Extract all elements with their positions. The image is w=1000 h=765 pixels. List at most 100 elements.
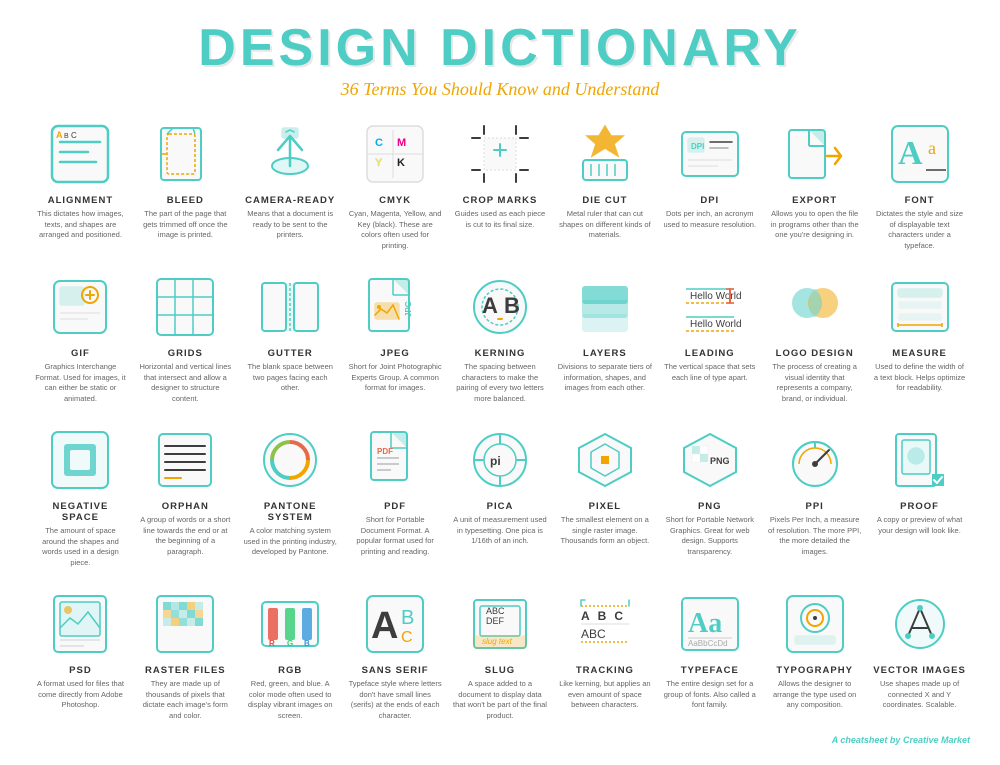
svg-text:slug text: slug text (482, 637, 513, 646)
term-description: Typeface style where letters don't have … (348, 679, 443, 721)
term-item-psd: PSDA format used for files that come dir… (30, 582, 131, 727)
term-name: FONT (905, 195, 935, 206)
term-description: Horizontal and vertical lines that inter… (138, 362, 233, 404)
term-name: PROOF (900, 501, 939, 512)
term-description: A copy or preview of what your design wi… (872, 515, 967, 536)
term-name: LOGO DESIGN (776, 348, 854, 359)
term-item-cmyk: C M Y K CMYKCyan, Magenta, Yellow, and K… (345, 112, 446, 257)
svg-text:Y: Y (375, 157, 383, 169)
svg-text:Hello World: Hello World (690, 319, 742, 330)
term-name: GRIDS (168, 348, 203, 359)
term-item-camera-ready: CAMERA-READYMeans that a document is rea… (240, 112, 341, 257)
term-item-pdf: PDF PDF Short for Portable Document Forma… (345, 418, 446, 574)
term-description: Allows you to open the file in programs … (767, 209, 862, 241)
term-name: JPEG (380, 348, 409, 359)
term-item-logo-design: LOGO DESIGNThe process of creating a vis… (764, 265, 865, 410)
term-item-vector-images: VECTOR IMAGESUse shapes made up of conne… (869, 582, 970, 727)
dpi-icon: DPI (674, 118, 746, 190)
term-name: PICA (487, 501, 514, 512)
term-item-typography: TYPOGRAPHYAllows the designer to arrange… (764, 582, 865, 727)
term-name: CMYK (379, 195, 411, 206)
gutter-icon (254, 271, 326, 343)
svg-text:DPI: DPI (691, 142, 704, 151)
svg-text:K: K (397, 157, 405, 169)
crop-marks-icon (464, 118, 536, 190)
term-item-crop-marks: CROP MARKS Guides used as each piece is c… (450, 112, 551, 257)
svg-text:Aa: Aa (688, 608, 722, 639)
term-description: The amount of space around the shapes an… (33, 526, 128, 568)
term-item-die-cut: DIE CUTMetal ruler that can cut shapes o… (554, 112, 655, 257)
term-name: PANTONE SYSTEM (243, 501, 338, 523)
term-item-pica: pi PICA A unit of measurement used in typ… (450, 418, 551, 574)
term-description: Means that a document is ready to be sen… (243, 209, 338, 241)
term-name: PDF (384, 501, 406, 512)
term-description: Short for Portable Document Format. A po… (348, 515, 443, 557)
term-item-pixel: PIXELThe smallest element on a single ra… (554, 418, 655, 574)
slug-icon: ABC DEF slug text (464, 588, 536, 660)
svg-text:C: C (375, 137, 383, 149)
vector-images-icon (884, 588, 956, 660)
term-description: The blank space between two pages facing… (243, 362, 338, 394)
term-description: Like kerning, but applies an even amount… (557, 679, 652, 711)
term-description: A unit of measurement used in typesettin… (453, 515, 548, 547)
term-item-rgb: R G B RGBRed, green, and blue. A color m… (240, 582, 341, 727)
term-description: Red, green, and blue. A color mode often… (243, 679, 338, 721)
logo-design-icon (779, 271, 851, 343)
term-name: GUTTER (268, 348, 313, 359)
gif-icon (44, 271, 116, 343)
negative-space-icon (44, 424, 116, 496)
term-item-slug: ABC DEF slug text SLUGA space added to a… (450, 582, 551, 727)
tracking-icon: ABC ABC (569, 588, 641, 660)
pdf-icon: PDF (359, 424, 431, 496)
term-name: PNG (698, 501, 722, 512)
term-name: CROP MARKS (463, 195, 538, 206)
svg-text:C: C (401, 629, 413, 646)
svg-text:pi: pi (490, 454, 501, 468)
term-name: KERNING (475, 348, 526, 359)
layers-icon (569, 271, 641, 343)
ppi-icon (779, 424, 851, 496)
term-item-export: EXPORTAllows you to open the file in pro… (764, 112, 865, 257)
svg-text:AaBbCcDd: AaBbCcDd (688, 639, 728, 648)
term-description: The vertical space that sets each line o… (662, 362, 757, 383)
term-description: Dictates the style and size of displayab… (872, 209, 967, 251)
term-description: The entire design set for a group of fon… (662, 679, 757, 711)
term-name: PPI (806, 501, 824, 512)
term-item-proof: PROOF A copy or preview of what your desi… (869, 418, 970, 574)
term-item-typeface: Aa AaBbCcDd TYPEFACEThe entire design se… (659, 582, 760, 727)
svg-text:A: A (371, 605, 398, 647)
term-item-alignment: A B C ALIGNMENTThis dictates how images,… (30, 112, 131, 257)
term-name: LAYERS (583, 348, 627, 359)
term-description: They are made up of thousands of pixels … (138, 679, 233, 721)
header: DESIGN DICTIONARY 36 Terms You Should Kn… (30, 20, 970, 100)
term-name: PIXEL (589, 501, 621, 512)
grids-icon (149, 271, 221, 343)
term-item-layers: LAYERSDivisions to separate tiers of inf… (554, 265, 655, 410)
term-description: Cyan, Magenta, Yellow, and Key (black). … (348, 209, 443, 251)
svg-text:A: A (898, 135, 923, 172)
term-description: The spacing between characters to make t… (453, 362, 548, 404)
term-description: Guides used as each piece is cut to its … (453, 209, 548, 230)
term-name: NEGATIVE SPACE (33, 501, 128, 523)
svg-text:A: A (482, 293, 498, 318)
term-description: Used to define the width of a text block… (872, 362, 967, 394)
term-item-measure: MEASUREUsed to define the width of a tex… (869, 265, 970, 410)
term-item-jpeg: JPG JPEGShort for Joint Photographic Exp… (345, 265, 446, 410)
typeface-icon: Aa AaBbCcDd (674, 588, 746, 660)
term-description: The part of the page that gets trimmed o… (138, 209, 233, 241)
term-description: A color matching system used in the prin… (243, 526, 338, 558)
term-item-dpi: DPI DPIDots per inch, an acronym used to… (659, 112, 760, 257)
term-name: GIF (71, 348, 90, 359)
typography-icon (779, 588, 851, 660)
term-item-tracking: ABC ABC TRACKINGLike kerning, but applie… (554, 582, 655, 727)
term-item-png: PNG PNGShort for Portable Network Graphi… (659, 418, 760, 574)
term-description: Short for Joint Photographic Experts Gro… (348, 362, 443, 394)
png-icon: PNG (674, 424, 746, 496)
svg-text:B: B (64, 133, 69, 140)
term-description: A format used for files that come direct… (33, 679, 128, 711)
camera-ready-icon (254, 118, 326, 190)
svg-text:a: a (928, 138, 936, 158)
term-name: DIE CUT (582, 195, 627, 206)
svg-text:B: B (304, 639, 310, 648)
svg-text:C: C (71, 131, 77, 140)
